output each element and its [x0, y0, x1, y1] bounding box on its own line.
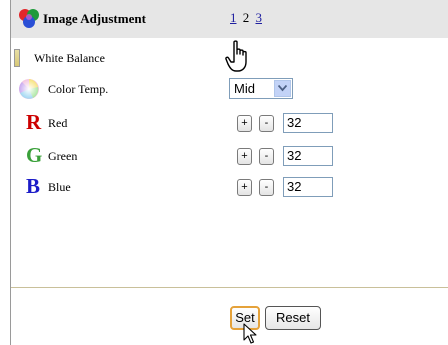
blue-value-input[interactable]: 32 [283, 177, 333, 197]
color-temp-select[interactable]: Mid [229, 78, 293, 99]
red-plus-button[interactable]: + [237, 115, 252, 132]
dropdown-arrow-icon[interactable] [274, 80, 291, 97]
color-temp-label: Color Temp. [48, 82, 109, 96]
white-balance-row: White Balance [14, 47, 214, 71]
blue-minus-button[interactable]: - [259, 179, 274, 196]
white-balance-bar-icon [14, 49, 20, 67]
red-row: R Red [14, 110, 214, 136]
green-row: G Green [14, 143, 214, 169]
page-title: Image Adjustment [43, 11, 146, 26]
color-temp-value: Mid [234, 81, 255, 96]
hand-pointer-cursor-icon [225, 40, 247, 72]
page-3-link[interactable]: 3 [256, 10, 263, 25]
green-letter-icon: G [26, 143, 43, 167]
arrow-cursor-icon [243, 323, 257, 344]
green-minus-button[interactable]: - [259, 148, 274, 165]
green-plus-button[interactable]: + [237, 148, 252, 165]
blue-label: Blue [48, 180, 71, 194]
page-2-current: 2 [242, 10, 250, 25]
red-label: Red [48, 116, 68, 130]
frame-left-border [10, 0, 11, 345]
red-letter-icon: R [26, 110, 42, 134]
blue-plus-button[interactable]: + [237, 179, 252, 196]
page-navigation: 1 2 3 [230, 10, 265, 26]
color-temp-row: Color Temp. [14, 78, 214, 102]
green-label: Green [48, 149, 78, 163]
color-balls-icon [19, 9, 39, 28]
blue-row: B Blue [14, 174, 214, 200]
section-divider [11, 287, 448, 288]
green-value-input[interactable]: 32 [283, 146, 333, 166]
red-value-input[interactable]: 32 [283, 113, 333, 133]
white-balance-label: White Balance [34, 51, 105, 65]
red-minus-button[interactable]: - [259, 115, 274, 132]
page-1-link[interactable]: 1 [230, 10, 237, 25]
reset-button[interactable]: Reset [265, 306, 321, 330]
blue-letter-icon: B [26, 174, 41, 198]
color-wheel-icon [19, 79, 39, 99]
